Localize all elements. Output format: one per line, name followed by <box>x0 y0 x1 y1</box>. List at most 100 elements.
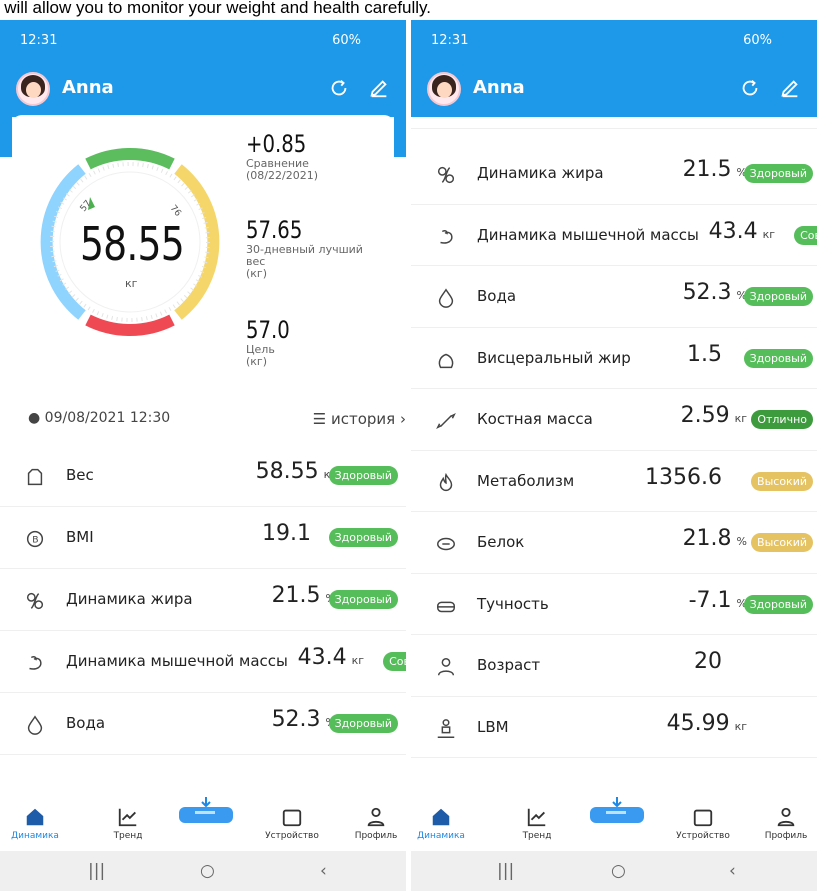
metric-value: 21.8% <box>682 526 747 551</box>
scale-button[interactable] <box>586 797 648 825</box>
metric-value: 58.55кг <box>256 459 336 484</box>
metric-row-bone[interactable]: Костная масса 2.59 кг Отлично <box>411 389 817 451</box>
bmi-icon: B <box>26 530 44 548</box>
protein-icon <box>437 537 455 551</box>
trend-icon <box>118 808 137 827</box>
metric-row-obesity[interactable]: Тучность -7.1% Здоровый <box>411 574 817 635</box>
status-badge: Сов <box>794 225 817 245</box>
metric-row-bmi[interactable]: B BMI 19.1 Здоровый <box>0 507 406 569</box>
metric-name: Метаболизм <box>477 471 575 490</box>
status-badge: Здоровый <box>743 348 813 368</box>
status-badge: Здоровый <box>328 714 398 733</box>
back-button[interactable]: ‹ <box>729 861 736 881</box>
compare-date: (08/22/2021) <box>246 169 318 182</box>
status-badge: Высокий <box>751 533 813 552</box>
weight-unit: кг <box>125 277 138 290</box>
status-time: 12:31 <box>431 33 469 48</box>
metric-row-weight[interactable]: Вес 58.55кгЗдоровый <box>0 445 406 507</box>
status-bar: 12:31 60% <box>411 20 817 62</box>
user-name[interactable]: Anna <box>62 77 114 98</box>
nav-trend[interactable]: Тренд <box>507 800 567 841</box>
metric-row-age[interactable]: Возраст 20 <box>411 635 817 697</box>
status-badge: Здоровый <box>743 287 813 306</box>
profile-icon <box>777 807 795 827</box>
metric-row-protein[interactable]: Белок 21.8% Высокий <box>411 512 817 574</box>
nav-profile[interactable]: Профиль <box>756 800 816 841</box>
scale-button[interactable] <box>175 797 237 825</box>
history-link[interactable]: ☰ история › <box>313 410 406 428</box>
metric-unit: кг <box>734 719 747 733</box>
metric-name: Динамика жира <box>66 590 193 608</box>
avatar[interactable] <box>427 72 461 106</box>
user-name[interactable]: Anna <box>473 77 525 98</box>
metric-value: -7.1% <box>688 587 747 613</box>
goal-stat: 57.0 Цель (кг) <box>246 316 299 374</box>
metric-row-water[interactable]: Вода 52.3%Здоровый <box>0 693 406 755</box>
age-icon <box>437 658 455 676</box>
system-nav: ||| ○ ‹ <box>411 851 817 891</box>
avatar[interactable] <box>16 72 50 106</box>
status-badge: Здоровый <box>328 466 398 485</box>
metric-name: Вода <box>66 714 106 732</box>
recent-apps-button[interactable]: ||| <box>88 861 105 881</box>
metric-name: Динамика жира <box>477 164 604 182</box>
goal-unit: (кг) <box>246 355 268 368</box>
nav-dynamics[interactable]: Динамика <box>411 800 471 841</box>
device-icon <box>282 809 302 827</box>
app-header: Anna <box>0 62 406 117</box>
metric-value: 52.3% <box>682 280 747 305</box>
metric-row-visceral-fat[interactable]: Висцеральный жир 1.5 Здоровый <box>411 328 817 389</box>
metric-unit: кг <box>762 227 775 241</box>
fat-icon <box>26 592 44 610</box>
status-badge: Здоровый <box>743 164 813 183</box>
metric-name: Белок <box>477 533 525 551</box>
metric-unit: кг <box>351 654 364 667</box>
best-value: 57.65 <box>246 216 303 244</box>
nav-dynamics[interactable]: Динамика <box>5 800 65 841</box>
metric-value: 45.99 кг <box>666 710 747 736</box>
metric-value: 21.5% <box>272 583 336 608</box>
phone-screen-left: 12:31 60% Anna 57 76 58.55 кг +0.85 Срав… <box>0 20 406 891</box>
bone-icon <box>436 412 456 430</box>
metric-name: Динамика мышечной массы <box>477 225 699 244</box>
recent-apps-button[interactable]: ||| <box>497 861 514 881</box>
edit-icon[interactable] <box>368 77 390 99</box>
metric-row-fat[interactable]: Динамика жира 21.5%Здоровый <box>0 569 406 631</box>
profile-icon <box>367 807 385 827</box>
nav-trend[interactable]: Тренд <box>98 800 158 841</box>
metric-row-lbm[interactable]: LBM 45.99 кг <box>411 697 817 758</box>
nav-device[interactable]: Устройство <box>262 800 322 841</box>
obesity-icon <box>437 601 455 612</box>
metric-row-metabolism[interactable]: Метаболизм 1356.6 Высокий <box>411 451 817 512</box>
metric-row-water[interactable]: Вода 52.3%Здоровый <box>411 266 817 328</box>
trend-icon <box>527 808 546 827</box>
status-battery: 60% <box>332 33 361 48</box>
lbm-icon <box>437 718 455 738</box>
metric-row-muscle[interactable]: Динамика мышечной массы 43.4кг Сов <box>411 205 817 266</box>
metric-row-fat[interactable]: Динамика жира 21.5%Здоровый <box>411 143 817 205</box>
home-button[interactable]: ○ <box>200 861 215 881</box>
metric-name: Вес <box>66 466 94 484</box>
back-button[interactable]: ‹ <box>320 861 327 881</box>
metric-row-muscle[interactable]: Динамика мышечной массы 43.4кг Сов <box>0 631 406 693</box>
app-header: Anna <box>411 62 817 117</box>
status-badge: Отлично <box>751 410 813 429</box>
status-bar: 12:31 60% <box>0 20 406 62</box>
refresh-icon[interactable] <box>328 77 350 99</box>
home-button[interactable]: ○ <box>611 861 626 881</box>
home-icon <box>432 808 450 826</box>
visceral-fat-icon <box>438 353 454 368</box>
metric-value: 2.59 кг <box>680 403 747 428</box>
metric-value: 43.4 кг <box>708 218 775 244</box>
status-badge: Сов <box>383 652 406 671</box>
goal-value: 57.0 <box>246 316 290 344</box>
refresh-icon[interactable] <box>739 77 761 99</box>
metric-name: LBM <box>477 717 509 736</box>
nav-device[interactable]: Устройство <box>673 800 733 841</box>
edit-icon[interactable] <box>779 77 801 99</box>
metric-value: 19.1 <box>262 521 311 546</box>
metric-name: Тучность <box>477 594 549 613</box>
metric-value: 20 <box>694 649 722 674</box>
nav-profile[interactable]: Профиль <box>346 800 406 841</box>
status-badge: Здоровый <box>328 528 398 547</box>
